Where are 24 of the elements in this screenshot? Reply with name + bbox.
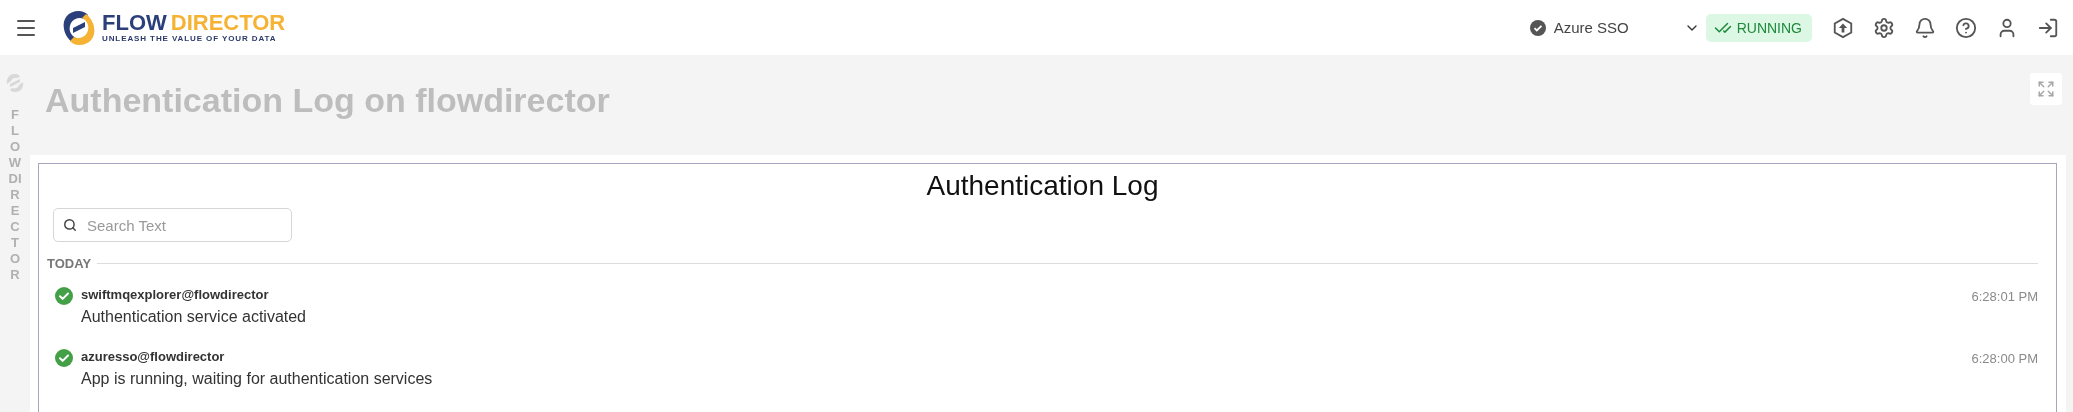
log-message: Authentication service activated [81, 308, 307, 326]
bell-icon[interactable] [1914, 16, 1936, 39]
log-user: swiftmqexplorer@flowdirector [81, 287, 270, 302]
group-label: TODAY [47, 256, 92, 271]
status-badge: RUNNING [1705, 13, 1812, 42]
settings-icon[interactable] [1873, 16, 1895, 39]
logout-icon[interactable] [2037, 16, 2059, 39]
log-user: azuresso@flowdirector [81, 349, 226, 364]
logo-tagline: UNLEASH THE VALUE OF YOUR DATA [102, 34, 278, 43]
log-time: 6:28:01 PM [1971, 289, 2038, 304]
search-field[interactable]: Search Text [53, 208, 292, 242]
logo-icon [5, 73, 25, 93]
expand-icon [2037, 79, 2055, 98]
upload-hexagon-icon[interactable] [1832, 16, 1854, 39]
logo-wordmark: FLOW [102, 12, 167, 34]
log-title: Authentication Log [925, 170, 1160, 202]
search-icon [63, 218, 77, 232]
auth-selector[interactable]: Azure SSO [1529, 19, 1700, 36]
log-message: App is running, waiting for authentication services [81, 370, 434, 388]
check-circle-icon [1529, 19, 1546, 36]
rail-label: FLOWDIRECTOR [8, 107, 22, 283]
log-time: 6:28:00 PM [1971, 351, 2038, 366]
logo-wordmark: DIRECTOR [170, 12, 286, 34]
help-icon[interactable] [1955, 16, 1977, 39]
